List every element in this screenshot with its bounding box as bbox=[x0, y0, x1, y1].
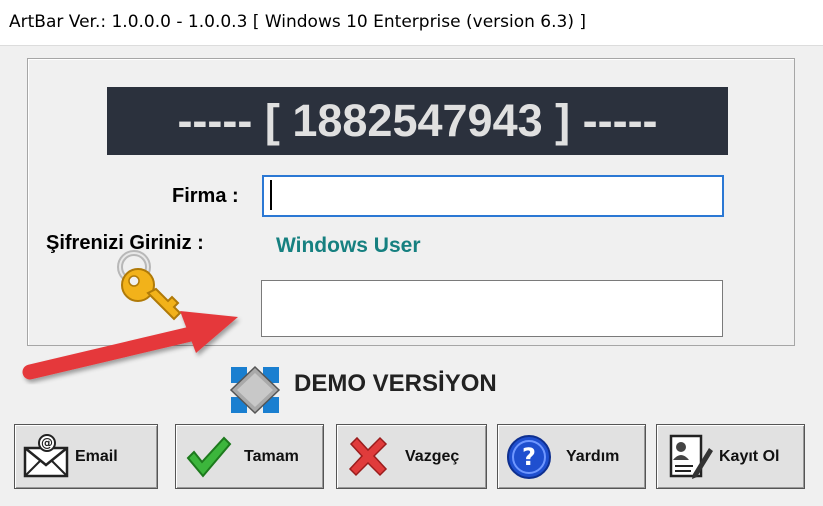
envelope-icon: @ bbox=[23, 433, 69, 477]
firma-input[interactable] bbox=[262, 175, 724, 217]
checkmark-icon bbox=[186, 436, 232, 478]
cancel-button[interactable]: Vazgeç bbox=[336, 424, 487, 489]
user-name: Windows User bbox=[276, 234, 421, 257]
title-bar: ArtBar Ver.: 1.0.0.0 - 1.0.0.3 [ Windows… bbox=[0, 0, 823, 46]
text-caret bbox=[270, 180, 272, 210]
demo-version-label: DEMO VERSİYON bbox=[294, 370, 497, 397]
register-button-label: Kayıt Ol bbox=[719, 447, 780, 465]
email-button[interactable]: @ Email bbox=[14, 424, 158, 489]
firma-label: Firma : bbox=[172, 185, 239, 207]
help-button[interactable]: ? Yardım bbox=[497, 424, 646, 489]
cancel-button-label: Vazgeç bbox=[405, 447, 460, 465]
svg-text:@: @ bbox=[41, 436, 53, 450]
document-user-icon bbox=[669, 434, 713, 479]
email-button-label: Email bbox=[75, 447, 118, 465]
key-icon bbox=[117, 250, 182, 321]
red-x-icon bbox=[348, 436, 388, 476]
window-title: ArtBar Ver.: 1.0.0.0 - 1.0.0.3 [ Windows… bbox=[9, 12, 587, 32]
ok-button-label: Tamam bbox=[244, 447, 299, 465]
serial-number-banner: ----- [ 1882547943 ] ----- bbox=[107, 87, 728, 155]
ok-button[interactable]: Tamam bbox=[175, 424, 324, 489]
help-button-label: Yardım bbox=[566, 447, 620, 465]
svg-text:?: ? bbox=[522, 443, 536, 471]
question-icon: ? bbox=[507, 434, 551, 479]
password-input[interactable] bbox=[261, 280, 723, 337]
diamond-icon bbox=[229, 365, 281, 415]
register-button[interactable]: Kayıt Ol bbox=[656, 424, 805, 489]
